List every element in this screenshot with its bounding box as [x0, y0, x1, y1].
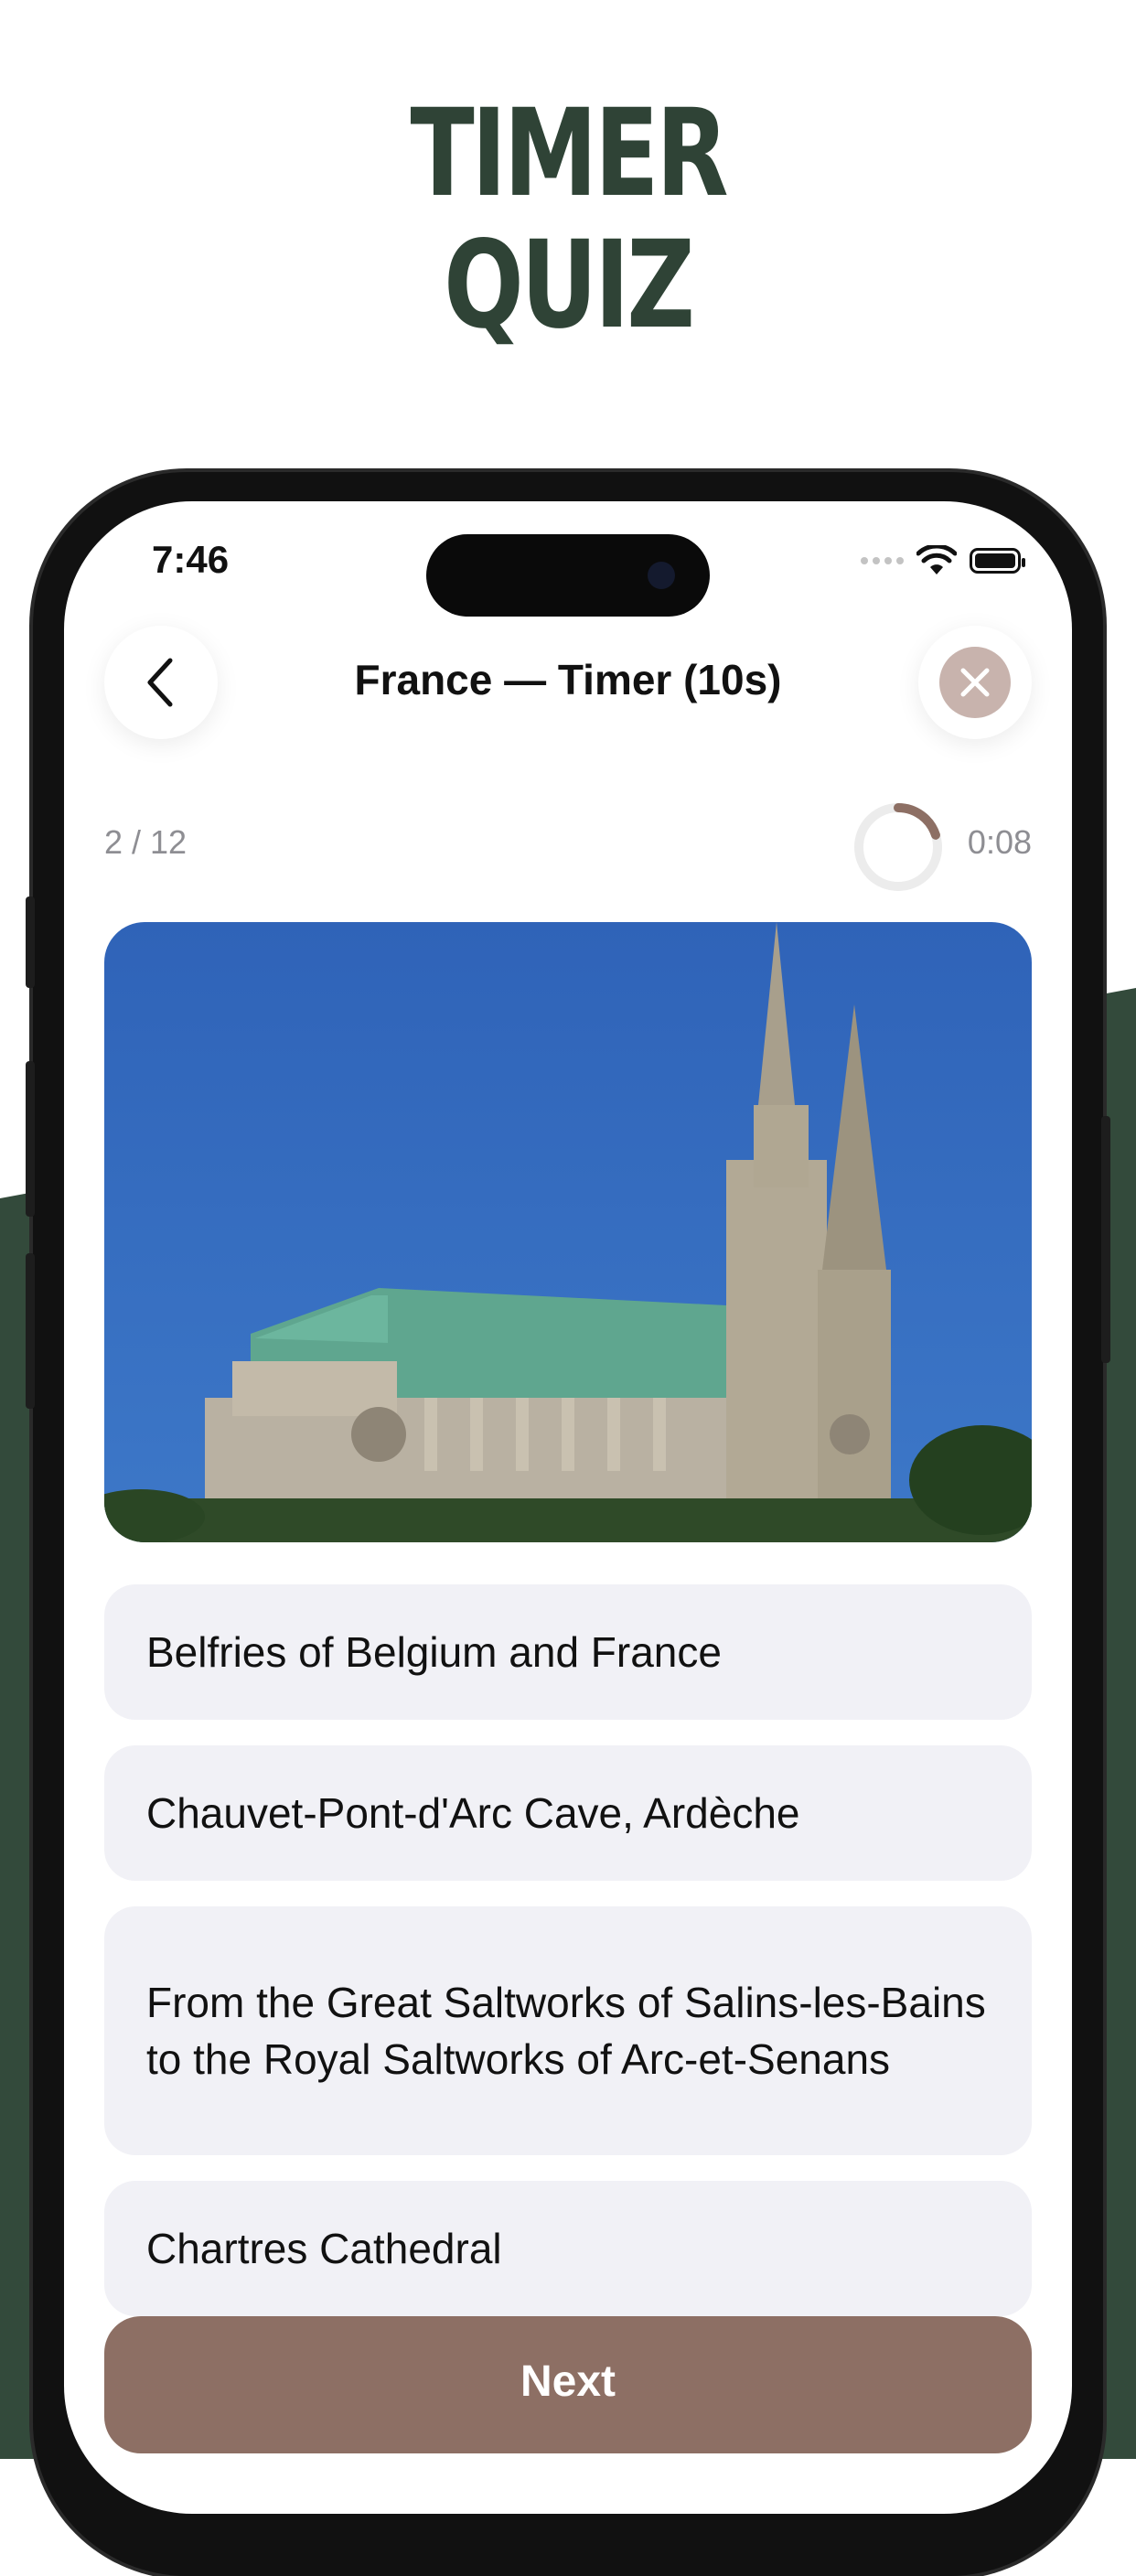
promo-title-line-1: TIMER [410, 83, 728, 224]
close-button[interactable] [918, 626, 1032, 739]
close-icon [960, 668, 990, 697]
answer-option-label: Chartres Cathedral [146, 2225, 502, 2272]
answer-option-3[interactable]: From the Great Saltworks of Salins-les-B… [104, 1906, 1032, 2155]
promo-title-line-2: QUIZ [444, 215, 695, 356]
status-time: 7:46 [152, 538, 230, 581]
close-circle [939, 647, 1011, 718]
next-button-label: Next [520, 2357, 616, 2406]
question-progress: 2 / 12 [104, 823, 188, 861]
answer-option-label: Belfries of Belgium and France [146, 1628, 722, 1676]
promo-title: TIMER QUIZ [125, 88, 1012, 351]
answer-option-1[interactable]: Belfries of Belgium and France [104, 1584, 1032, 1720]
phone-side-button-left-1 [26, 896, 35, 988]
answer-option-4[interactable]: Chartres Cathedral [104, 2181, 1032, 2316]
timer-ring-icon [854, 803, 942, 891]
status-icons [861, 545, 1025, 576]
phone-side-button-right [1101, 1116, 1110, 1363]
cathedral-illustration [104, 922, 1032, 1542]
next-button[interactable]: Next [104, 2316, 1032, 2453]
dynamic-island [426, 534, 710, 617]
wifi-icon [916, 545, 957, 574]
phone-side-button-left-2 [26, 1061, 35, 1217]
cathedral-photo [104, 922, 1032, 1542]
phone-side-button-left-3 [26, 1253, 35, 1409]
answer-option-label: Chauvet-Pont-d'Arc Cave, Ardèche [146, 1789, 800, 1837]
camera-icon [648, 562, 675, 589]
battery-icon [970, 548, 1025, 574]
timer-text: 0:08 [967, 823, 1032, 861]
phone-screen: 7:46 France — Timer (10s) 2 / 12 0:08 Be… [64, 501, 1072, 2514]
signal-icon [861, 557, 904, 564]
answer-option-2[interactable]: Chauvet-Pont-d'Arc Cave, Ardèche [104, 1745, 1032, 1881]
answer-option-label: From the Great Saltworks of Salins-les-B… [146, 1979, 986, 2083]
